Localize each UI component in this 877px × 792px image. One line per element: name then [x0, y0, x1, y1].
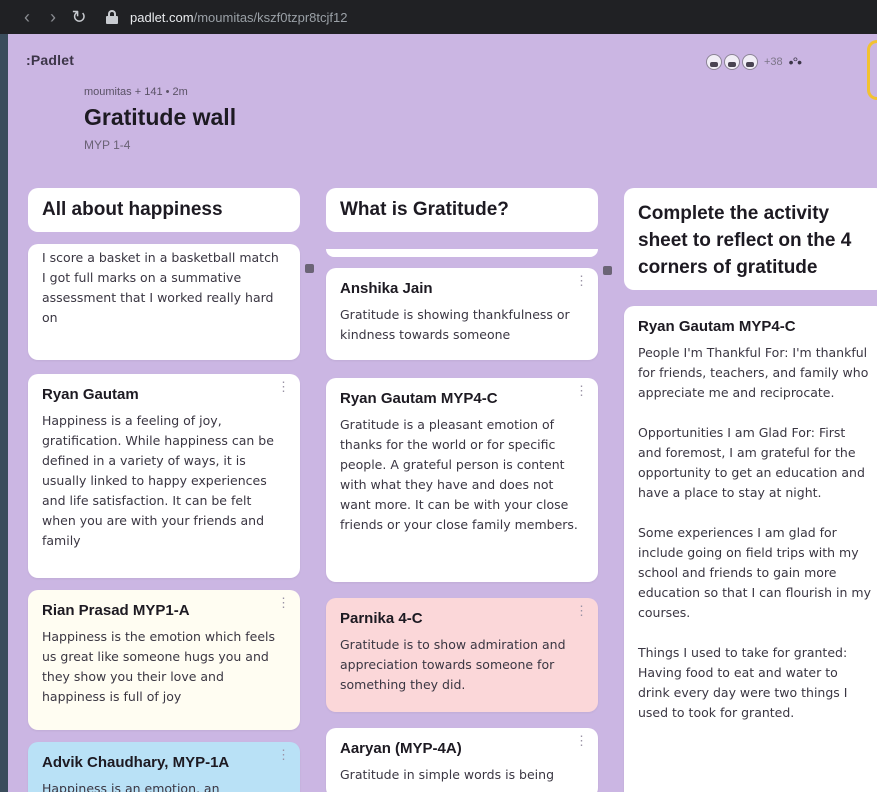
more-vertical-icon[interactable]: ⋮	[575, 274, 588, 287]
column-header-gratitude[interactable]: What is Gratitude?	[326, 188, 598, 232]
decorative-ring	[867, 40, 877, 100]
more-vertical-icon[interactable]: ⋮	[575, 384, 588, 397]
more-vertical-icon[interactable]: ⋮	[575, 734, 588, 747]
post-card[interactable]: ⋮ Advik Chaudhary, MYP-1A Happiness is a…	[28, 742, 300, 792]
avatar-count: +38	[764, 56, 783, 68]
back-arrow-icon[interactable]: ‹	[14, 7, 40, 28]
wall-meta: moumitas + 141 • 2m	[84, 86, 188, 98]
padlet-logo[interactable]: :Padlet	[26, 52, 74, 68]
more-vertical-icon[interactable]: ⋮	[277, 596, 290, 609]
post-body: People I'm Thankful For: I'm thankful fo…	[638, 345, 871, 720]
post-body: Happiness is a feeling of joy, gratifica…	[42, 413, 274, 548]
column-resize-handle[interactable]	[305, 264, 314, 273]
post-author: Ryan Gautam MYP4-C	[340, 390, 498, 407]
address-bar[interactable]: padlet.com/moumitas/kszf0tzpr8tcjf12	[130, 10, 347, 25]
column-title: Complete the activity sheet to reflect o…	[638, 203, 852, 278]
reload-icon[interactable]: ↻	[66, 7, 92, 28]
post-author: Ryan Gautam MYP4-C	[638, 318, 796, 335]
post-author: Ryan Gautam	[42, 386, 139, 403]
post-card[interactable]: ⋮ Aaryan (MYP-4A) Gratitude in simple wo…	[326, 728, 598, 792]
page-title: Gratitude wall	[84, 104, 237, 130]
browser-toolbar: ‹ › ↻ padlet.com/moumitas/kszf0tzpr8tcjf…	[0, 0, 877, 34]
post-author: Aaryan (MYP-4A)	[340, 740, 462, 757]
post-author: Rian Prasad MYP1-A	[42, 602, 190, 619]
lock-icon	[106, 10, 118, 24]
column-title: All about happiness	[42, 199, 223, 220]
post-card[interactable]: I score a basket in a basketball match I…	[28, 244, 300, 360]
post-body: Happiness is the emotion which feels us …	[42, 629, 276, 704]
more-icon[interactable]: •°•	[789, 54, 802, 70]
collaborator-avatars[interactable]: +38 •°•	[706, 54, 802, 70]
avatar	[724, 54, 740, 70]
forward-arrow-icon[interactable]: ›	[40, 7, 66, 28]
post-body: Happiness is an emotion, an	[42, 781, 220, 792]
avatar	[742, 54, 758, 70]
more-vertical-icon[interactable]: ⋮	[277, 380, 290, 393]
post-body: Gratitude in simple words is being	[340, 767, 555, 782]
post-card[interactable]: ⋮ Ryan Gautam Happiness is a feeling of …	[28, 374, 300, 578]
more-vertical-icon[interactable]: ⋮	[575, 604, 588, 617]
post-author: Parnika 4-C	[340, 610, 423, 627]
post-body: Gratitude is to show admiration and appr…	[340, 637, 566, 692]
post-body: Gratitude is a pleasant emotion of thank…	[340, 417, 578, 532]
column-title: What is Gratitude?	[340, 199, 509, 220]
post-card[interactable]: ⋮ Anshika Jain Gratitude is showing than…	[326, 268, 598, 360]
post-card[interactable]: ⋮ Parnika 4-C Gratitude is to show admir…	[326, 598, 598, 712]
post-author: Advik Chaudhary, MYP-1A	[42, 754, 230, 771]
avatar	[706, 54, 722, 70]
post-card[interactable]: Ryan Gautam MYP4-C People I'm Thankful F…	[624, 306, 877, 792]
post-card[interactable]: ⋮ Rian Prasad MYP1-A Happiness is the em…	[28, 590, 300, 730]
column-header-activity[interactable]: Complete the activity sheet to reflect o…	[624, 188, 877, 290]
column-header-happiness[interactable]: All about happiness	[28, 188, 300, 232]
post-card-fragment	[326, 249, 598, 257]
post-author: Anshika Jain	[340, 280, 433, 297]
post-card[interactable]: ⋮ Ryan Gautam MYP4-C Gratitude is a plea…	[326, 378, 598, 582]
post-body: I score a basket in a basketball match I…	[42, 250, 279, 325]
column-resize-handle[interactable]	[603, 266, 612, 275]
window-edge	[0, 34, 8, 792]
page-subtitle: MYP 1-4	[84, 138, 131, 152]
post-body: Gratitude is showing thankfulness or kin…	[340, 307, 570, 342]
more-vertical-icon[interactable]: ⋮	[277, 748, 290, 761]
